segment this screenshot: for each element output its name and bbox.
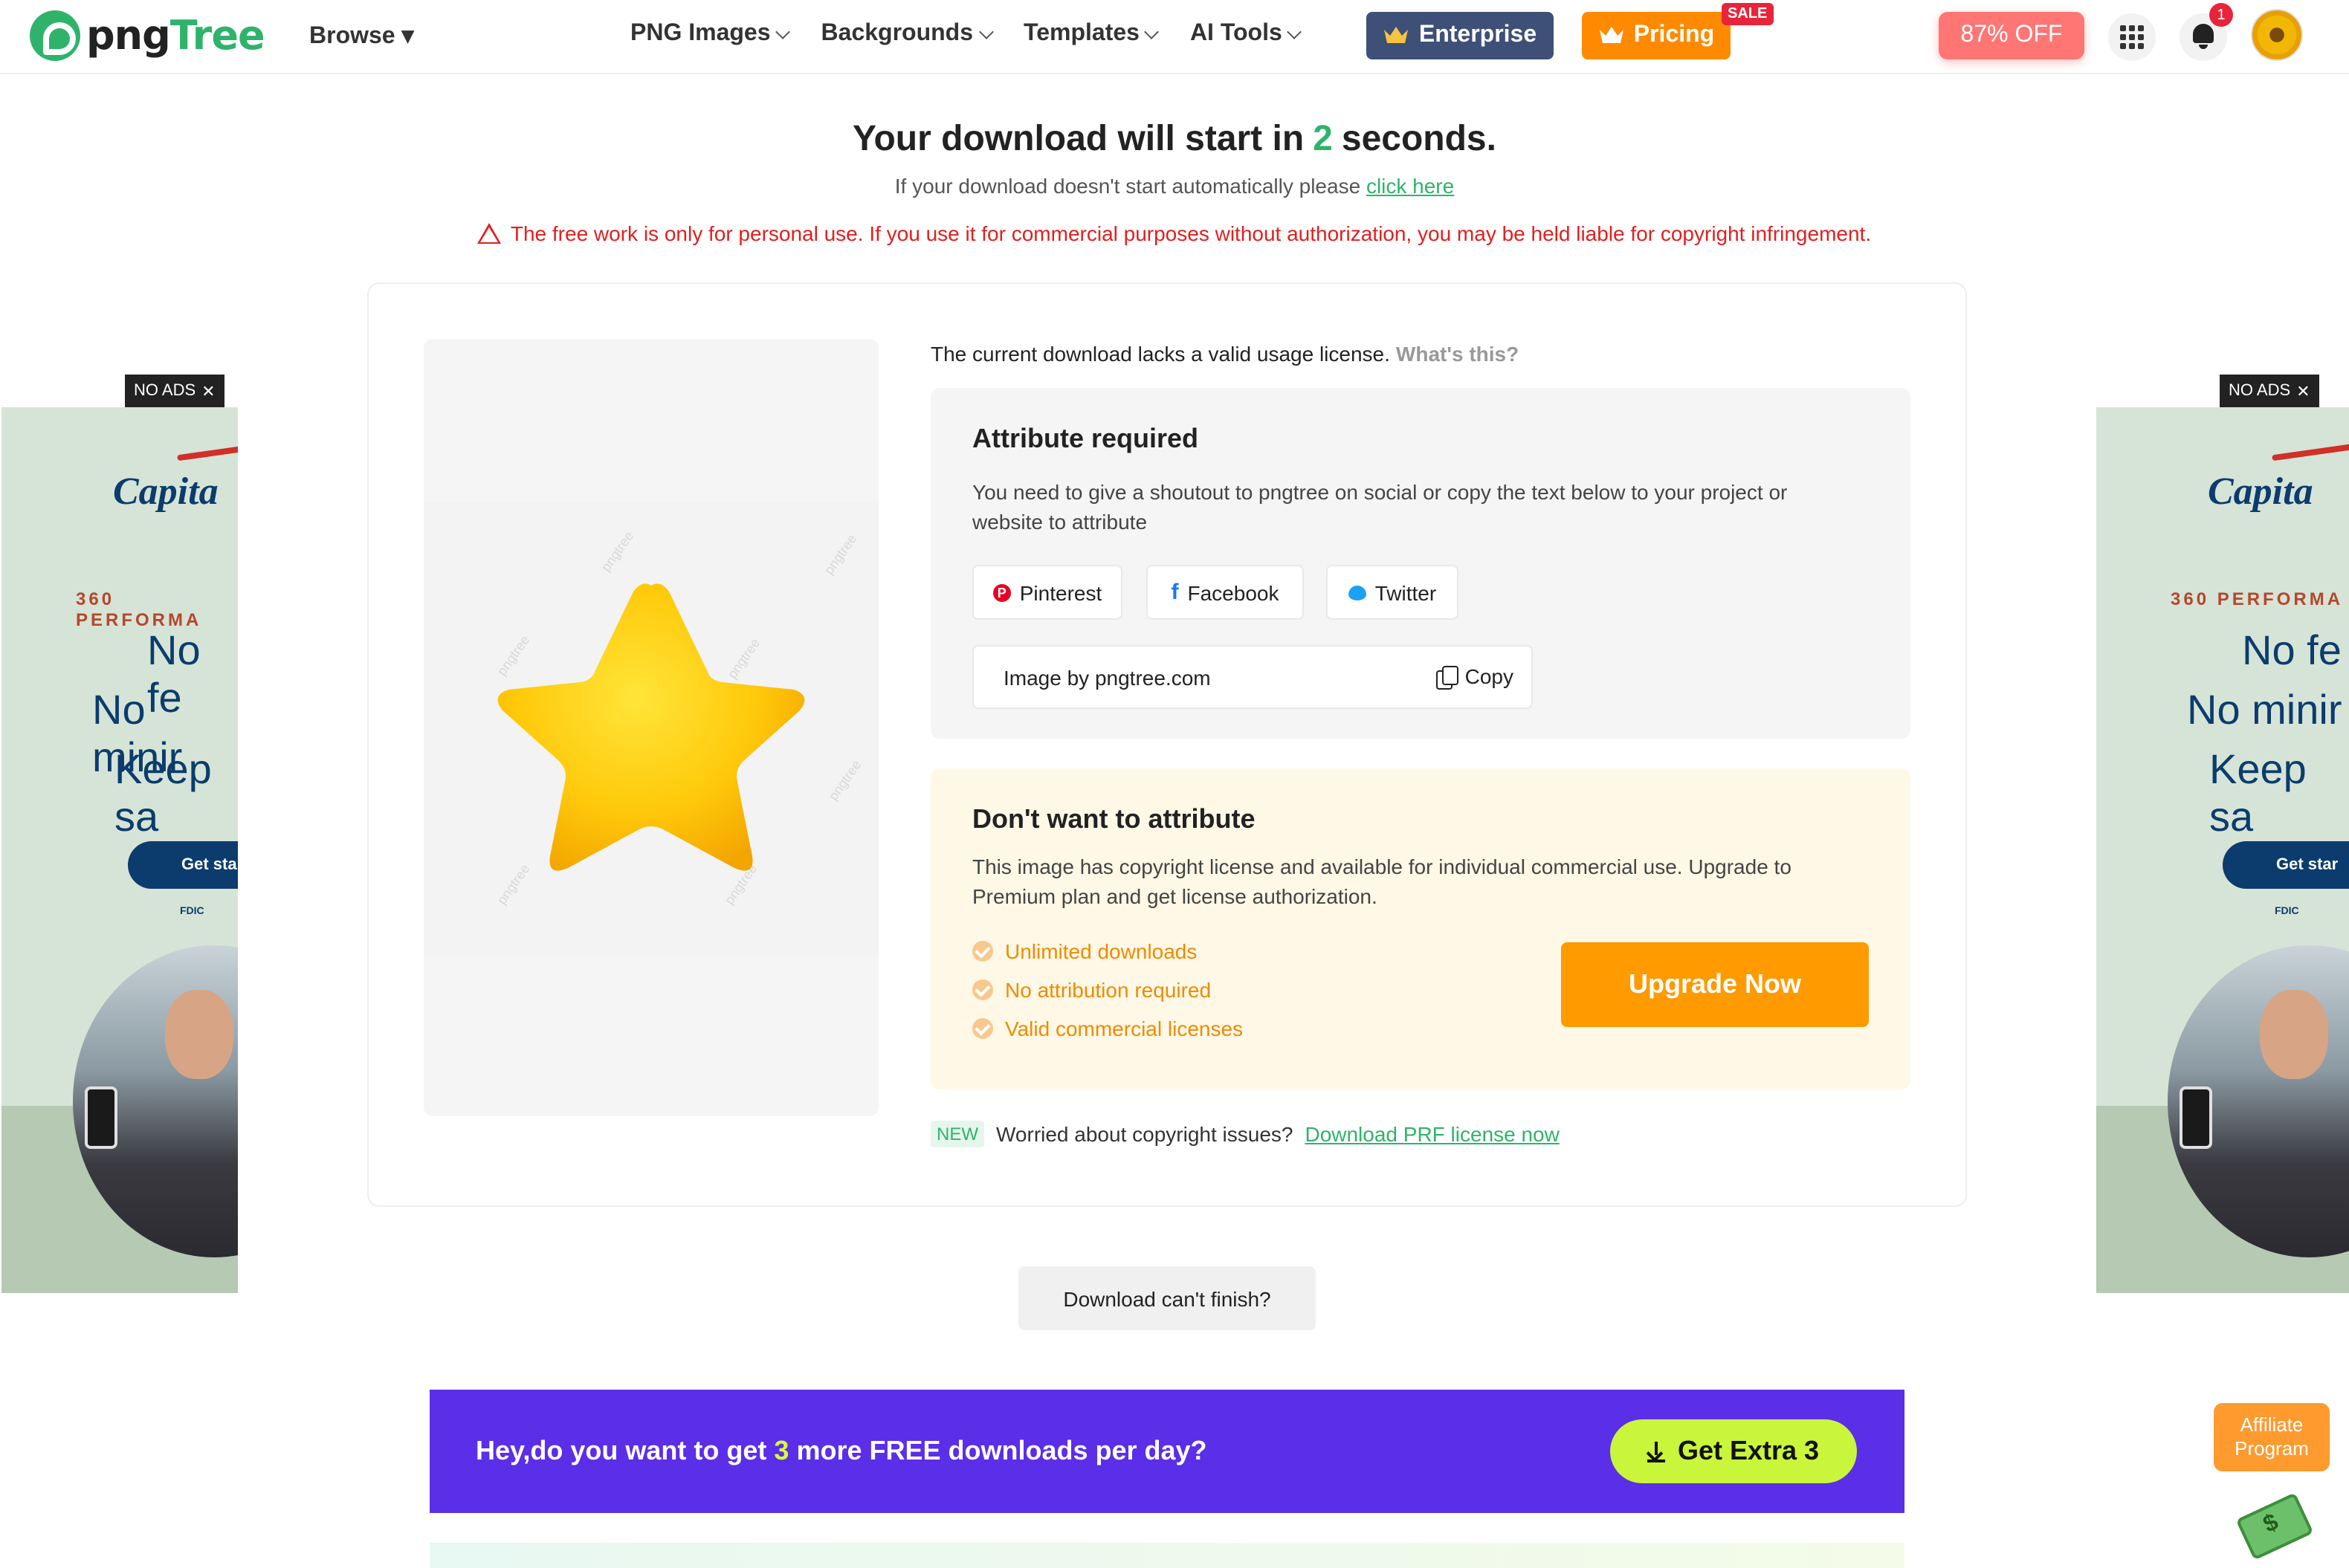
pricing-button[interactable]: Pricing [1582,12,1731,59]
crown-icon [1598,25,1625,46]
notification-badge: 1 [2209,3,2233,27]
download-countdown-title: Your download will start in 2 seconds. [853,119,1496,159]
nav-backgrounds[interactable]: Backgrounds [821,21,993,48]
side-ad-left[interactable]: Capita 360 PERFORMA No fe No minir Keep … [1,407,238,1293]
get-extra-button[interactable]: Get Extra 3 [1610,1419,1857,1483]
copy-icon [1436,665,1459,689]
check-circle-icon [972,941,993,962]
no-attribute-title: Don't want to attribute [972,804,1256,834]
whats-this-link[interactable]: What's this? [1396,342,1519,366]
feature-item: Unlimited downloads [972,939,1197,963]
pinterest-button[interactable]: P Pinterest [972,565,1122,620]
feature-item: Valid commercial licenses [972,1017,1243,1040]
crown-icon [1383,25,1410,46]
facebook-button[interactable]: f Facebook [1146,565,1304,620]
chevron-down-icon [775,24,791,39]
ad-brand: Capita [2208,470,2313,513]
close-icon: ✕ [201,383,216,401]
affiliate-program-button[interactable]: Affiliate Program [2214,1403,2330,1471]
license-notice: The current download lacks a valid usage… [931,342,1519,366]
close-icon: ✕ [2296,383,2310,401]
ad-tagline: 360 PERFORMA [76,589,202,630]
fdic-label: FDIC [180,907,204,917]
prf-license-link[interactable]: Download PRF license now [1305,1122,1559,1146]
download-icon [1647,1441,1666,1462]
promo-text: Hey,do you want to get 3 more FREE downl… [476,1436,1207,1465]
no-attribute-description: This image has copyright license and ava… [972,855,1791,908]
twitter-button[interactable]: Twitter [1326,565,1458,620]
feature-item: No attribution required [972,978,1211,1002]
nav-png-images[interactable]: PNG Images [630,21,791,48]
side-ad-right[interactable]: Capita 360 PERFORMA No fe No minir Keep … [2096,407,2349,1293]
prf-license-line: NEW Worried about copyright issues? Down… [931,1121,1560,1147]
twitter-icon [1348,585,1366,600]
no-ads-button-right[interactable]: NO ADS ✕ [2220,375,2319,407]
download-fallback-text: If your download doesn't start automatic… [894,174,1455,198]
brand-swoosh [177,442,238,461]
main-nav: PNG Images Backgrounds Templates AI Tool… [630,21,1302,48]
apps-grid-icon[interactable] [2108,13,2156,61]
top-nav-bar: pngTree Browse ▾ PNG Images Backgrounds … [0,0,2349,74]
ad-line: Keep sa [114,746,212,840]
no-ads-button-left[interactable]: NO ADS ✕ [125,375,224,407]
free-downloads-promo: Hey,do you want to get 3 more FREE downl… [430,1390,1904,1513]
warning-icon [477,223,502,244]
countdown-seconds: 2 [1313,119,1333,159]
pngtree-logo[interactable]: pngTree [30,9,265,62]
logo-wordmark: pngTree [86,13,265,59]
ad-line: No fe [2242,627,2342,673]
logo-icon [30,10,80,61]
attribution-text: Image by pngtree.com [1004,666,1211,690]
check-circle-icon [972,979,993,1000]
attribution-copy-box: Image by pngtree.com Copy [972,645,1533,709]
upgrade-now-button[interactable]: Upgrade Now [1561,942,1869,1027]
ad-line: Keep sa [2209,746,2307,840]
facebook-icon: f [1171,580,1179,605]
ad-cta-button[interactable]: Get star [2223,841,2349,889]
sale-badge: SALE [1722,3,1774,25]
image-preview: pngtree pngtree pngtree pngtree pngtree … [424,339,879,1116]
brand-swoosh [2272,442,2349,461]
enterprise-button[interactable]: Enterprise [1366,12,1554,59]
chevron-down-icon [1287,24,1302,39]
new-badge: NEW [931,1121,984,1147]
download-cant-finish-button[interactable]: Download can't finish? [1018,1266,1316,1330]
bottom-banner-edge [430,1543,1904,1568]
pricing-label: Pricing [1633,22,1715,48]
ad-line: No minir [2187,687,2342,733]
ad-brand: Capita [113,470,219,513]
user-avatar[interactable] [2251,9,2303,61]
ad-tagline: 360 PERFORMA [2171,589,2344,609]
discount-button[interactable]: 87% OFF [1939,12,2084,59]
copy-button[interactable]: Copy [1436,664,1513,689]
check-circle-icon [972,1018,993,1039]
browse-menu[interactable]: Browse ▾ [309,21,414,51]
attribute-title: Attribute required [972,424,1199,453]
nav-ai-tools[interactable]: AI Tools [1190,21,1302,48]
pinterest-icon: P [992,583,1011,601]
fdic-label: FDIC [2275,907,2299,917]
chevron-down-icon [978,24,993,39]
attribute-description: You need to give a shoutout to pngtree o… [972,480,1788,534]
ad-cta-button[interactable]: Get star [128,841,238,889]
copyright-warning: The free work is only for personal use. … [0,221,2349,245]
star-image [497,583,805,871]
enterprise-label: Enterprise [1418,22,1537,48]
money-icon[interactable] [2235,1492,2314,1561]
nav-templates[interactable]: Templates [1024,21,1160,48]
chevron-down-icon [1145,24,1160,39]
click-here-link[interactable]: click here [1366,174,1454,198]
